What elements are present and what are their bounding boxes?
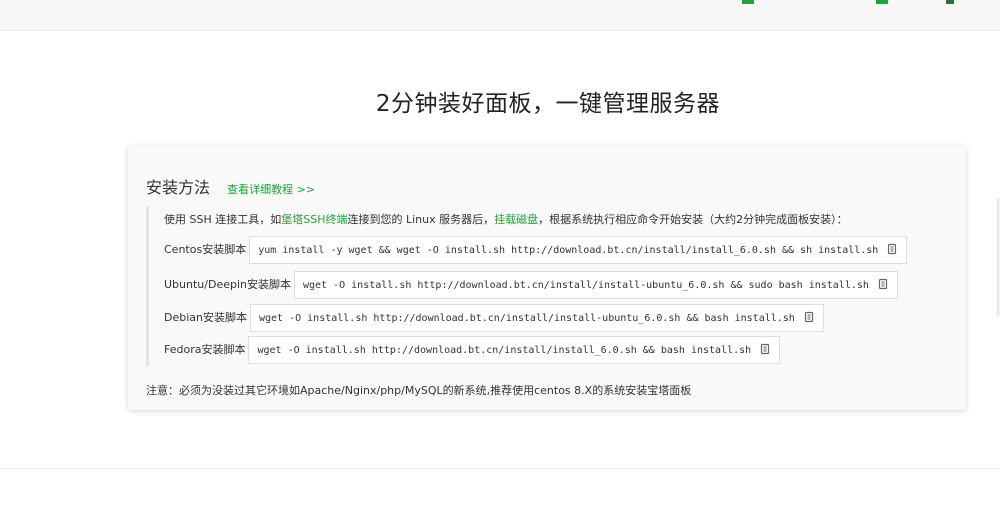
- os-label-debian: Debian安装脚本: [164, 311, 247, 324]
- os-label-centos: Centos安装脚本: [164, 243, 247, 256]
- install-row-fedora: Fedora安装脚本 wget -O install.sh http://down…: [164, 336, 781, 364]
- command-box-debian[interactable]: wget -O install.sh http://download.bt.cn…: [250, 304, 824, 332]
- copy-icon[interactable]: [886, 243, 898, 255]
- nav-edge-indicator: [946, 0, 954, 4]
- command-box-centos[interactable]: yum install -y wget && wget -O install.s…: [249, 236, 908, 264]
- top-nav-strip: [0, 0, 1000, 31]
- os-label-fedora: Fedora安装脚本: [164, 343, 246, 356]
- ssh-terminal-link[interactable]: 堡塔SSH终端: [281, 213, 347, 226]
- command-text: yum install -y wget && wget -O install.s…: [258, 245, 879, 256]
- command-box-fedora[interactable]: wget -O install.sh http://download.bt.cn…: [248, 336, 781, 364]
- install-intro: 使用 SSH 连接工具，如堡塔SSH终端连接到您的 Linux 服务器后，挂载磁…: [164, 211, 848, 227]
- copy-icon[interactable]: [877, 278, 889, 290]
- os-label-ubuntu: Ubuntu/Deepin安装脚本: [164, 278, 291, 291]
- page-headline: 2分钟装好面板，一键管理服务器: [375, 91, 721, 117]
- install-title: 安装方法: [146, 178, 211, 197]
- intro-text: ，根据系统执行相应命令开始安装（大约2分钟完成面板安装）：: [538, 213, 848, 226]
- install-row-centos: Centos安装脚本 yum install -y wget && wget -O…: [164, 236, 908, 264]
- install-instructions: 使用 SSH 连接工具，如堡塔SSH终端连接到您的 Linux 服务器后，挂载磁…: [146, 206, 958, 366]
- copy-icon[interactable]: [803, 311, 815, 323]
- command-text: wget -O install.sh http://download.bt.cn…: [257, 345, 752, 356]
- copy-icon[interactable]: [759, 343, 771, 355]
- install-row-debian: Debian安装脚本 wget -O install.sh http://down…: [164, 304, 824, 332]
- intro-text: 连接到您的 Linux 服务器后，: [347, 213, 495, 226]
- mount-disk-link[interactable]: 挂载磁盘: [494, 213, 538, 226]
- section-divider: [0, 468, 1000, 469]
- command-text: wget -O install.sh http://download.bt.cn…: [259, 313, 795, 324]
- nav-active-indicator: [742, 0, 754, 4]
- intro-text: 使用 SSH 连接工具，如: [164, 213, 282, 226]
- nav-active-indicator: [876, 0, 888, 4]
- command-box-ubuntu[interactable]: wget -O install.sh http://download.bt.cn…: [293, 271, 898, 299]
- install-note: 注意：必须为没装过其它环境如Apache/Nginx/php/MySQL的新系统…: [146, 384, 692, 397]
- install-card: 安装方法 查看详细教程 >> 使用 SSH 连接工具，如堡塔SSH终端连接到您的…: [128, 146, 966, 410]
- install-row-ubuntu: Ubuntu/Deepin安装脚本 wget -O install.sh http…: [164, 271, 898, 299]
- detail-tutorial-link[interactable]: 查看详细教程 >>: [227, 183, 315, 196]
- install-card-header: 安装方法 查看详细教程 >>: [146, 174, 315, 198]
- command-text: wget -O install.sh http://download.bt.cn…: [302, 280, 869, 291]
